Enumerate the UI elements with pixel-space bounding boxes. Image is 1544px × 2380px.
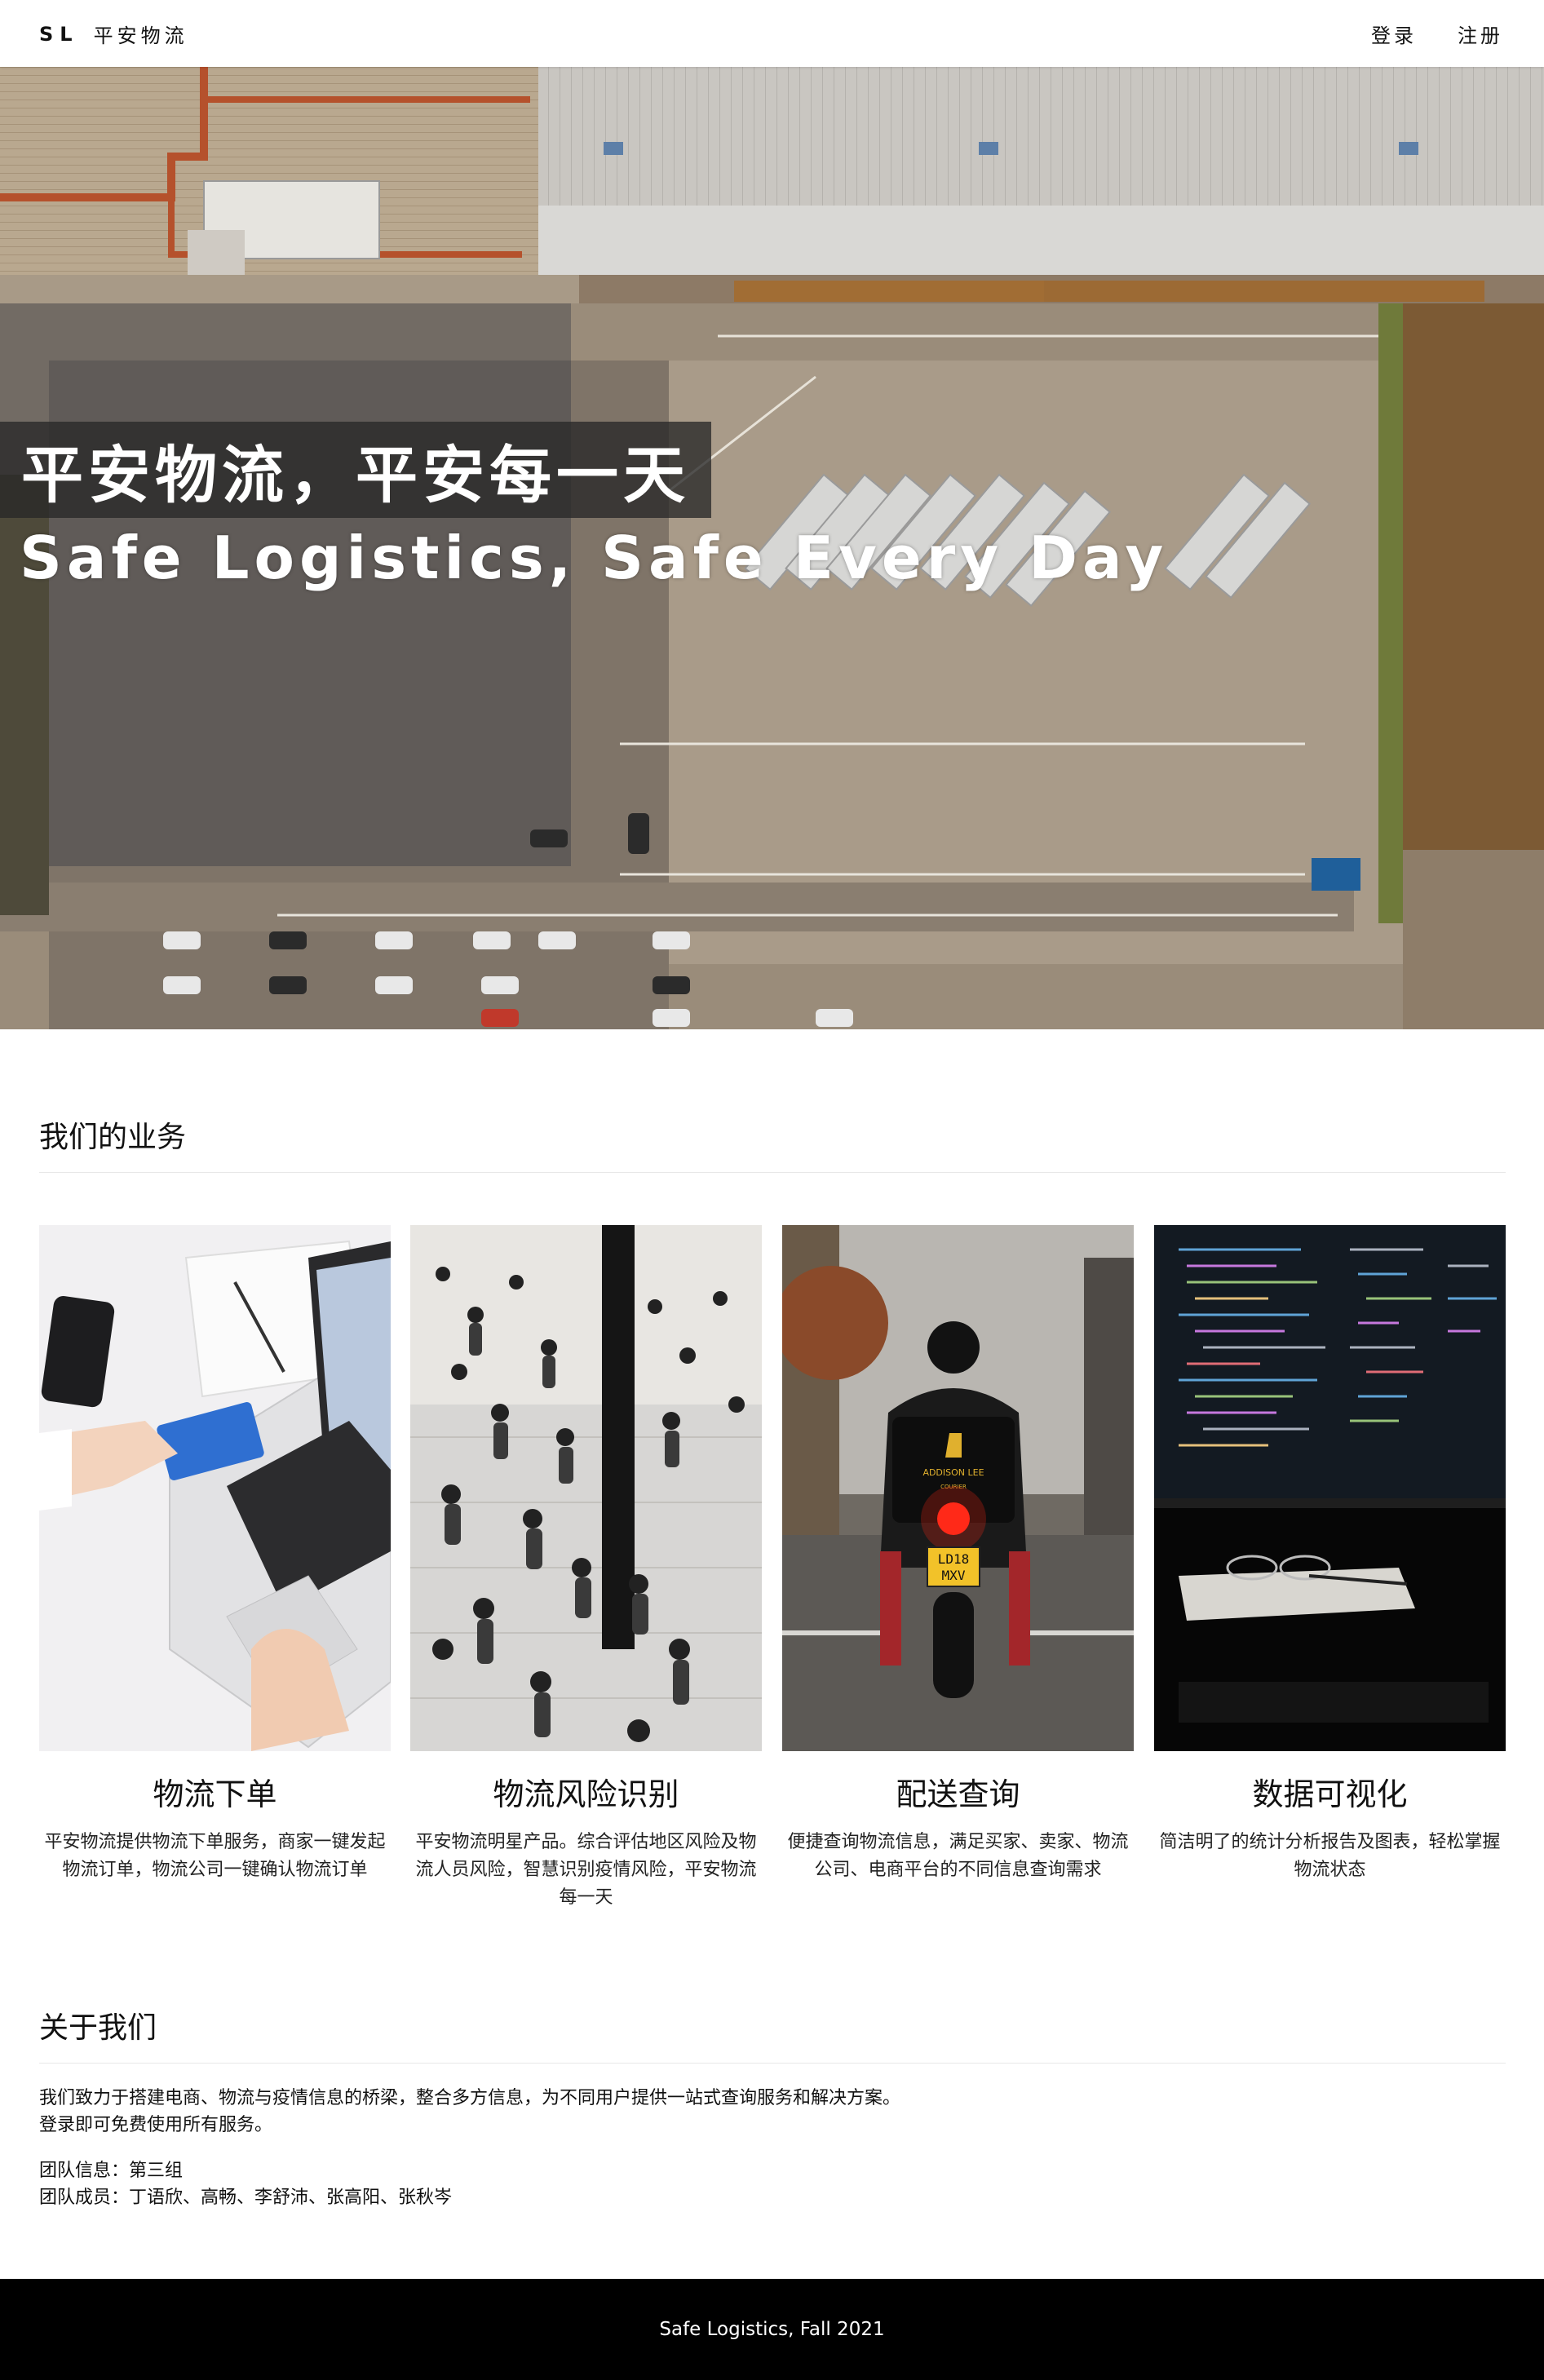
hero-banner: 平安物流，平安每一天 Safe Logistics, Safe Every Da…	[0, 67, 1544, 1029]
about-divider	[39, 2063, 1506, 2064]
login-link[interactable]: 登录	[1371, 20, 1417, 48]
team-members: 团队成员：丁语欣、高畅、李舒沛、张高阳、张秋岑	[39, 2188, 453, 2208]
top-navbar: SL 平安物流 登录 注册	[0, 0, 1544, 67]
services-divider	[39, 1172, 1506, 1173]
hero-subtitle: Safe Logistics, Safe Every Day	[20, 524, 1169, 592]
about-heading: 关于我们	[39, 2011, 157, 2045]
about-line-1: 我们致力于搭建电商、物流与疫情信息的桥梁，整合多方信息，为不同用户提供一站式查询…	[39, 2088, 901, 2108]
brand-abbr: SL	[39, 22, 79, 46]
risk-card-image	[410, 1225, 762, 1751]
about-intro: 我们致力于搭建电商、物流与疫情信息的桥梁，整合多方信息，为不同用户提供一站式查询…	[39, 2085, 900, 2139]
footer-text: Safe Logistics, Fall 2021	[659, 2319, 885, 2340]
service-card-risk[interactable]: 物流风险识别 平安物流明星产品。综合评估地区风险及物流人员风险，智慧识别疫情风险…	[410, 1225, 762, 1912]
brand-logo[interactable]: SL 平安物流	[39, 20, 188, 48]
order-card-title: 物流下单	[153, 1776, 277, 1812]
visualization-card-image	[1154, 1225, 1506, 1751]
visualization-card-desc: 简洁明了的统计分析报告及图表，轻松掌握物流状态	[1159, 1832, 1501, 1880]
brand-name: 平安物流	[93, 24, 188, 47]
page-footer: Safe Logistics, Fall 2021	[0, 2279, 1544, 2380]
delivery-card-title: 配送查询	[896, 1776, 1020, 1812]
hero-title: 平安物流，平安每一天	[21, 439, 690, 511]
auth-nav: 登录 注册	[1371, 20, 1503, 48]
order-card-desc: 平安物流提供物流下单服务，商家一键发起物流订单，物流公司一键确认物流订单	[44, 1832, 386, 1880]
service-card-visualization[interactable]: 数据可视化 简洁明了的统计分析报告及图表，轻松掌握物流状态	[1154, 1225, 1506, 1884]
register-link[interactable]: 注册	[1458, 20, 1503, 48]
service-card-delivery[interactable]: ADDISON LEE COURIER LD18 MXV 配送查询 便捷查询物流…	[782, 1225, 1134, 1884]
hero-title-box: 平安物流，平安每一天	[0, 422, 711, 518]
delivery-card-image: ADDISON LEE COURIER LD18 MXV	[782, 1225, 1134, 1751]
delivery-card-desc: 便捷查询物流信息，满足买家、卖家、物流公司、电商平台的不同信息查询需求	[787, 1832, 1129, 1880]
courier-bag-text: ADDISON LEE	[922, 1467, 984, 1478]
about-line-2: 登录即可免费使用所有服务。	[39, 2115, 273, 2135]
plate-line-1: LD18	[938, 1551, 970, 1567]
risk-card-desc: 平安物流明星产品。综合评估地区风险及物流人员风险，智慧识别疫情风险，平安物流每一…	[415, 1832, 757, 1908]
service-card-order[interactable]: 物流下单 平安物流提供物流下单服务，商家一键发起物流订单，物流公司一键确认物流订…	[39, 1225, 391, 1884]
visualization-card-title: 数据可视化	[1252, 1776, 1408, 1812]
risk-card-title: 物流风险识别	[493, 1776, 679, 1812]
team-info: 团队信息：第三组	[39, 2161, 184, 2181]
team-block: 团队信息：第三组 团队成员：丁语欣、高畅、李舒沛、张高阳、张秋岑	[39, 2157, 452, 2211]
plate-line-2: MXV	[942, 1568, 966, 1583]
order-card-image	[39, 1225, 391, 1751]
services-heading: 我们的业务	[39, 1121, 187, 1154]
